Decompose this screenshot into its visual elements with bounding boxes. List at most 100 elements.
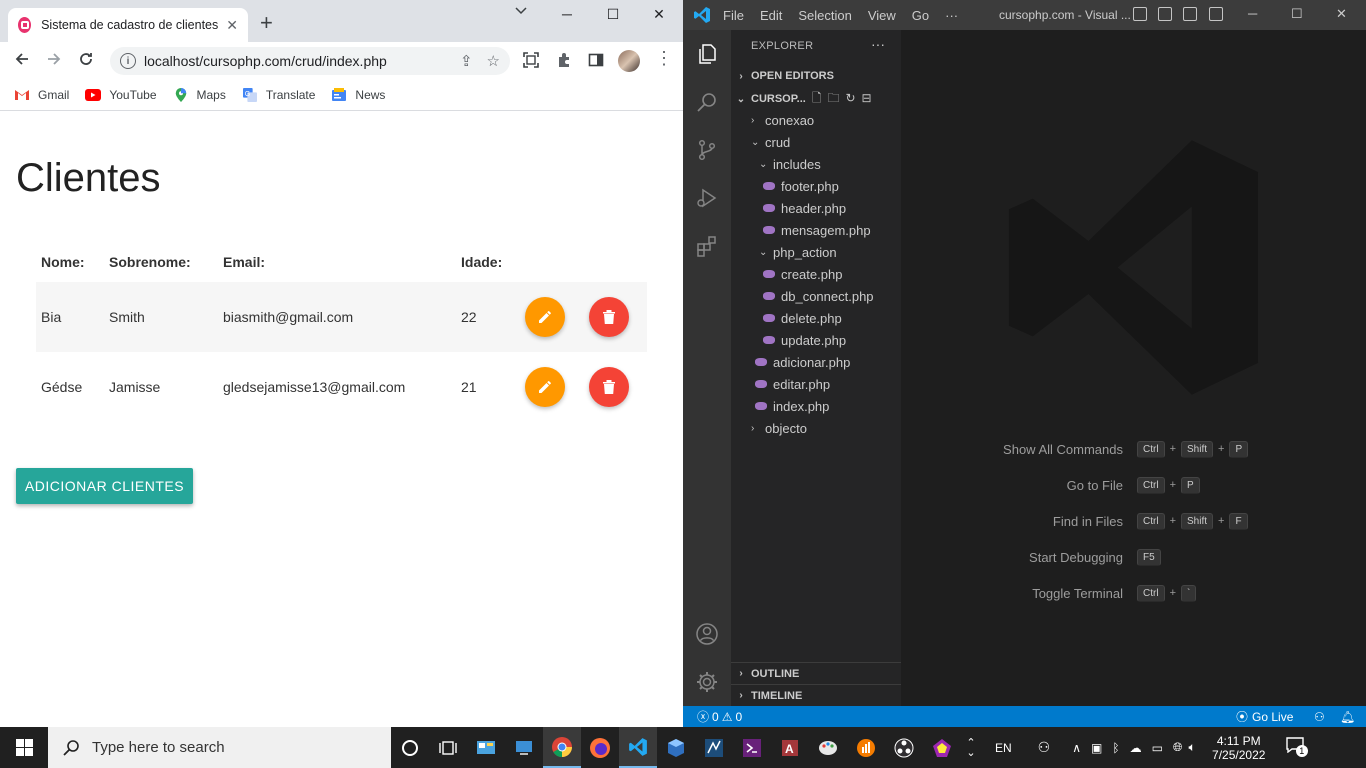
close-window-button[interactable]: ✕ (1336, 6, 1347, 22)
site-info-icon[interactable]: i (120, 53, 136, 69)
close-window-button[interactable]: ✕ (639, 6, 679, 23)
toggle-panel-icon[interactable] (1158, 7, 1172, 21)
source-control-icon[interactable] (695, 138, 719, 162)
tree-folder-crud[interactable]: ⌄ crud (731, 131, 901, 153)
visual-studio-icon[interactable] (733, 727, 771, 768)
this-pc-icon[interactable] (505, 727, 543, 768)
minimize-window-button[interactable]: ─ (547, 6, 587, 22)
files-icon[interactable] (695, 42, 719, 66)
webcam-icon[interactable]: ▣ (1091, 741, 1102, 755)
tree-file[interactable]: editar.php (731, 373, 901, 395)
side-panel-icon[interactable] (588, 52, 604, 73)
back-button[interactable] (6, 51, 38, 72)
vscode-taskbar-icon[interactable] (619, 727, 657, 768)
tab-close-icon[interactable]: ✕ (226, 17, 238, 34)
more-menu-icon[interactable]: ⋮ (655, 48, 673, 69)
new-tab-button[interactable]: + (260, 12, 273, 34)
tree-folder-php-action[interactable]: ⌄ php_action (731, 241, 901, 263)
input-language[interactable]: EN (995, 741, 1012, 755)
tree-file[interactable]: mensagem.php (731, 219, 901, 241)
tray-expand-icon[interactable]: ∧ (1072, 741, 1081, 755)
bookmark-news[interactable]: News (331, 88, 385, 102)
tree-file[interactable]: db_connect.php (731, 285, 901, 307)
paint-icon[interactable] (809, 727, 847, 768)
control-panel-icon[interactable] (467, 727, 505, 768)
action-center-button[interactable]: 1 (1286, 737, 1308, 758)
taskbar-search-box[interactable]: Type here to search (48, 727, 391, 768)
menu-selection[interactable]: Selection (798, 8, 851, 23)
delete-button[interactable] (589, 367, 629, 407)
bookmark-youtube[interactable]: YouTube (85, 88, 157, 102)
explorer-more-icon[interactable]: ··· (871, 36, 885, 52)
powerbi-icon[interactable] (847, 727, 885, 768)
menu-go[interactable]: Go (912, 8, 929, 23)
access-icon[interactable]: A (771, 727, 809, 768)
extensions-icon[interactable] (556, 52, 572, 73)
customize-layout-icon[interactable] (1209, 7, 1223, 21)
account-icon[interactable] (695, 622, 719, 646)
task-view-icon[interactable] (429, 727, 467, 768)
minimize-button[interactable] (501, 4, 541, 21)
share-icon[interactable]: ⇪ (460, 52, 473, 70)
toggle-secondary-sidebar-icon[interactable] (1183, 7, 1197, 21)
accounts-icon[interactable]: ⚇ (1314, 710, 1325, 724)
toggle-sidebar-icon[interactable] (1133, 7, 1147, 21)
cortana-icon[interactable] (391, 727, 429, 768)
search-icon[interactable] (695, 90, 719, 114)
virtualbox-icon[interactable] (657, 727, 695, 768)
chrome-taskbar-icon[interactable] (543, 727, 581, 768)
tree-file[interactable]: footer.php (731, 175, 901, 197)
obs-icon[interactable] (885, 727, 923, 768)
timeline-section[interactable]: › TIMELINE (731, 684, 901, 706)
tree-folder-conexao[interactable]: › conexao (731, 109, 901, 131)
start-button[interactable] (0, 727, 48, 768)
battery-icon[interactable]: ▭ (1152, 741, 1163, 755)
edit-button[interactable] (525, 297, 565, 337)
minimize-window-button[interactable]: ─ (1248, 6, 1257, 21)
menu-file[interactable]: File (723, 8, 744, 23)
extensions-icon[interactable] (695, 234, 719, 258)
notifications-bell-icon[interactable]: 🔔︎ (1340, 710, 1355, 724)
maximize-window-button[interactable]: ☐ (593, 6, 633, 23)
folder-section[interactable]: ⌄ CURSOP... 🗋🗀↻⊟ (731, 88, 901, 110)
bookmark-maps[interactable]: Maps (173, 88, 226, 102)
people-icon[interactable]: ⚇ (1038, 739, 1051, 756)
outline-section[interactable]: › OUTLINE (731, 662, 901, 684)
profile-avatar[interactable] (618, 50, 640, 72)
run-debug-icon[interactable] (695, 186, 719, 210)
tree-file[interactable]: update.php (731, 329, 901, 351)
problems-indicator[interactable]: ⓧ 0 ⚠ 0 (697, 708, 742, 725)
edit-button[interactable] (525, 367, 565, 407)
menu-edit[interactable]: Edit (760, 8, 782, 23)
tree-folder-includes[interactable]: ⌄ includes (731, 153, 901, 175)
mysql-workbench-icon[interactable] (695, 727, 733, 768)
tree-file[interactable]: header.php (731, 197, 901, 219)
bookmark-star-icon[interactable]: ☆ (487, 52, 500, 70)
volume-icon[interactable]: 🔈︎ (1189, 740, 1196, 755)
go-live-button[interactable]: ⦿ Go Live (1236, 708, 1293, 725)
add-clients-button[interactable]: ADICIONAR CLIENTES (16, 468, 193, 504)
bluetooth-icon[interactable]: ᛒ (1112, 741, 1119, 755)
menu-view[interactable]: View (868, 8, 896, 23)
maximize-window-button[interactable]: ☐ (1291, 6, 1303, 22)
reload-button[interactable] (70, 51, 102, 72)
screenshot-icon[interactable] (523, 52, 539, 73)
tree-folder-objecto[interactable]: › objecto (731, 417, 901, 439)
settings-gear-icon[interactable] (695, 670, 719, 694)
tree-file[interactable]: delete.php (731, 307, 901, 329)
address-bar[interactable]: i localhost/cursophp.com/crud/index.php … (110, 47, 510, 75)
taskbar-overflow-icon[interactable]: ⌃ ⌄ (961, 737, 981, 758)
folder-actions-icons[interactable]: 🗋🗀↻⊟ (812, 89, 878, 110)
firefox-icon[interactable] (581, 727, 619, 768)
open-editors-section[interactable]: › OPEN EDITORS (731, 65, 901, 87)
forward-button[interactable] (38, 51, 70, 72)
tree-file[interactable]: create.php (731, 263, 901, 285)
menu-more[interactable]: ··· (945, 8, 958, 23)
clock[interactable]: 4:11 PM 7/25/2022 (1206, 734, 1272, 762)
browser-tab[interactable]: Sistema de cadastro de clientes ✕ (8, 8, 248, 42)
bookmark-gmail[interactable]: Gmail (14, 88, 69, 102)
snip-sketch-icon[interactable] (923, 727, 961, 768)
onedrive-icon[interactable]: ☁ (1130, 741, 1142, 755)
delete-button[interactable] (589, 297, 629, 337)
tree-file[interactable]: index.php (731, 395, 901, 417)
